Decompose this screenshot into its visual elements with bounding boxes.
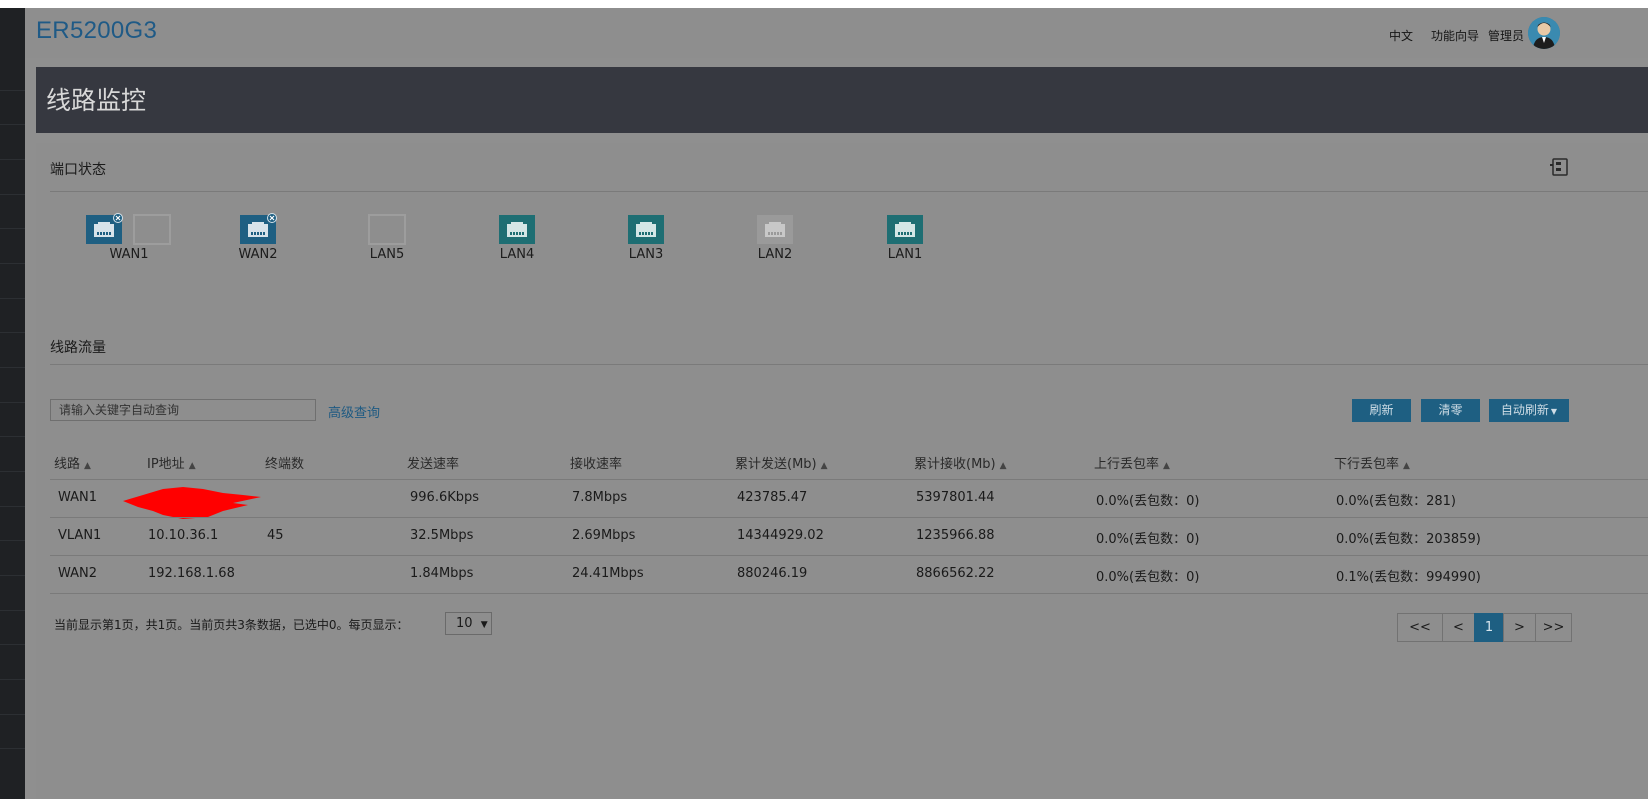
cell-ip: 192.168.1.68 (148, 566, 235, 581)
page-size-select[interactable]: 10 ▼ (445, 612, 492, 635)
port-label: LAN1 (887, 247, 923, 262)
cell-total-recv: 8866562.22 (916, 566, 995, 581)
port-label: LAN2 (757, 247, 793, 262)
cell-terminals: 45 (267, 528, 284, 543)
col-header-total-recv[interactable]: 累计接收(Mb) ▲ (914, 453, 1007, 472)
divider (50, 479, 1648, 480)
cell-recv-rate: 24.41Mbps (572, 566, 644, 581)
lan3-port-icon[interactable] (627, 213, 667, 245)
col-header-total-sent[interactable]: 累计发送(Mb) ▲ (735, 453, 828, 472)
port-label: LAN4 (499, 247, 535, 262)
col-header-ip[interactable]: IP地址 ▲ (147, 453, 196, 472)
wan2-port-icon[interactable] (239, 213, 279, 245)
lan4-port-icon[interactable] (498, 213, 538, 245)
page-title: 线路监控 (46, 86, 147, 115)
port-label: WAN1 (109, 247, 149, 262)
clear-button[interactable]: 清零 (1421, 399, 1480, 422)
page-size-value: 10 (456, 616, 473, 631)
pagination-summary: 当前显示第1页，共1页。当前页共3条数据，已选中0。每页显示： (54, 618, 409, 632)
cell-send-rate: 1.84Mbps (410, 566, 474, 581)
divider (50, 517, 1648, 518)
port-label: LAN3 (628, 247, 664, 262)
col-header-recv-rate: 接收速率 (570, 457, 623, 472)
wan1-port-icon[interactable] (85, 213, 125, 245)
auto-refresh-label: 自动刷新 (1500, 403, 1549, 417)
cell-line: WAN1 (58, 490, 98, 505)
cell-down-loss: 0.0%(丢包数：203859) (1336, 532, 1481, 547)
col-header-down-loss[interactable]: 下行丢包率 ▲ (1334, 453, 1410, 472)
col-header-terminals: 终端数 (265, 457, 305, 472)
sort-asc-icon: ▲ (188, 461, 196, 471)
port-label: LAN5 (369, 247, 405, 262)
user-avatar-icon (1528, 17, 1560, 49)
cell-ip: 10.10.36.1 (148, 528, 219, 543)
lan2-port-icon[interactable] (756, 213, 796, 245)
advanced-search-link[interactable]: 高级查询 (328, 402, 380, 421)
brand-logo[interactable]: ER5200G3 (36, 17, 157, 45)
col-header-up-loss[interactable]: 上行丢包率 ▲ (1094, 453, 1170, 472)
cell-down-loss: 0.1%(丢包数：994990) (1336, 570, 1481, 585)
sort-asc-icon: ▲ (1403, 461, 1410, 471)
caret-down-icon: ▼ (1550, 407, 1558, 416)
cell-total-recv: 5397801.44 (916, 490, 995, 505)
page-current-button[interactable]: 1 (1474, 613, 1504, 642)
port-label: WAN2 (238, 247, 278, 262)
auto-refresh-dropdown[interactable]: 自动刷新 ▼ (1489, 399, 1569, 422)
cell-line: VLAN1 (58, 528, 102, 543)
divider (50, 191, 1648, 192)
page-last-button[interactable]: >> (1535, 613, 1572, 642)
page-title-bar: 线路监控 (36, 67, 1648, 133)
lan1-port-icon[interactable] (886, 213, 926, 245)
cell-total-sent: 14344929.02 (737, 528, 824, 543)
top-header: ER5200G3 中文 功能向导 管理员 (25, 8, 1648, 58)
sort-asc-icon: ▲ (999, 461, 1007, 471)
col-header-send-rate: 发送速率 (407, 457, 460, 472)
port-status-title: 端口状态 (50, 162, 106, 178)
empty-port-icon[interactable] (133, 213, 173, 245)
avatar[interactable] (1528, 17, 1560, 49)
traffic-title: 线路流量 (50, 340, 106, 356)
sort-asc-icon: ▲ (84, 461, 91, 471)
page-first-button[interactable]: << (1397, 613, 1443, 642)
language-link[interactable]: 中文 (1389, 27, 1413, 44)
sort-asc-icon: ▲ (1163, 461, 1170, 471)
cell-total-sent: 423785.47 (737, 490, 808, 505)
cell-send-rate: 996.6Kbps (410, 490, 480, 505)
user-menu[interactable]: 管理员 (1488, 27, 1524, 44)
page-prev-button[interactable]: < (1442, 613, 1475, 642)
cell-line: WAN2 (58, 566, 98, 581)
cell-total-recv: 1235966.88 (916, 528, 995, 543)
divider (50, 555, 1648, 556)
cell-total-sent: 880246.19 (737, 566, 808, 581)
cell-down-loss: 0.0%(丢包数：281) (1336, 494, 1456, 509)
col-header-line[interactable]: 线路 ▲ (54, 453, 91, 472)
chevron-down-icon: ▼ (480, 620, 488, 630)
page-next-button[interactable]: > (1503, 613, 1536, 642)
wizard-link[interactable]: 功能向导 (1431, 27, 1479, 44)
lan5-port-icon[interactable] (368, 213, 408, 245)
sort-asc-icon: ▲ (820, 461, 828, 471)
cell-recv-rate: 7.8Mbps (572, 490, 628, 505)
cell-up-loss: 0.0%(丢包数：0) (1096, 570, 1200, 585)
divider (50, 593, 1648, 594)
divider (50, 364, 1648, 365)
search-input[interactable] (50, 399, 316, 421)
cell-up-loss: 0.0%(丢包数：0) (1096, 532, 1200, 547)
left-sidebar[interactable] (0, 8, 25, 799)
cell-up-loss: 0.0%(丢包数：0) (1096, 494, 1200, 509)
cell-send-rate: 32.5Mbps (410, 528, 474, 543)
panel-settings-icon[interactable] (1550, 158, 1570, 176)
monitor-panel: 端口状态 WAN1 WAN2 LAN5 LAN4 LAN3 LAN2 LAN1 … (36, 143, 1648, 799)
cell-recv-rate: 2.69Mbps (572, 528, 636, 543)
window-top-strip (0, 0, 1648, 8)
refresh-button[interactable]: 刷新 (1352, 399, 1411, 422)
